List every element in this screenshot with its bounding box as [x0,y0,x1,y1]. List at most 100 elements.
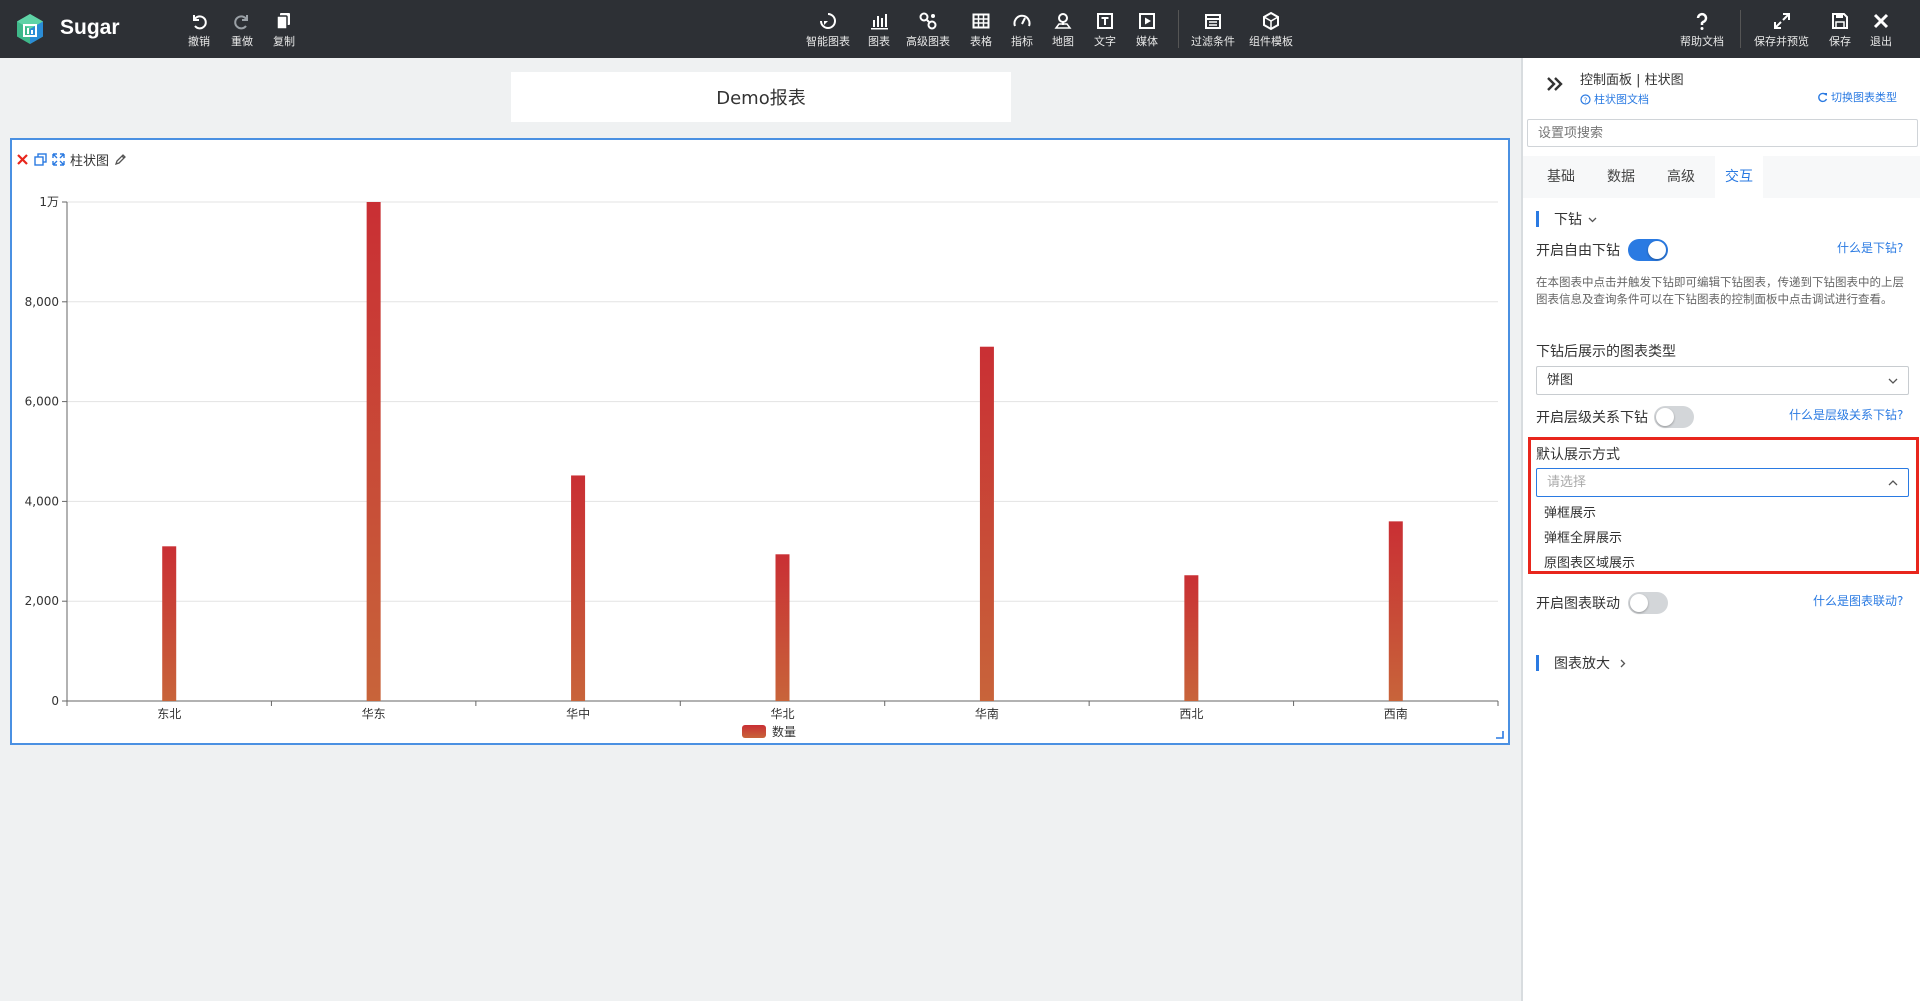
redo-button[interactable]: 重做 [231,11,253,49]
x-tick-label: 西南 [1384,706,1408,721]
x-tick-label: 华东 [362,707,386,721]
drill-chart-type-label: 下钻后展示的图表类型 [1536,344,1676,360]
report-title[interactable]: Demo报表 [511,72,1011,122]
undo-button[interactable]: 撤销 [188,11,210,49]
collapse-panel-icon[interactable] [1545,74,1565,94]
bar [366,202,381,701]
control-panel: 控制面板 | 柱状图 ? 柱状图文档 切换图表类型 基础 数据 高级 交互 下钻… [1521,58,1920,1001]
smart-chart-label: 智能图表 [806,35,850,48]
what-is-hier-drill-link[interactable]: 什么是层级关系下钻? [1789,406,1903,423]
section-marker [1536,211,1539,227]
cube-icon [1263,11,1279,31]
y-tick-label: 6,000 [25,395,59,409]
chart-label: 图表 [868,35,890,48]
y-tick-label: 0 [51,694,59,708]
tab-data[interactable]: 数据 [1591,156,1651,198]
toolbar-divider [1740,10,1741,48]
filter-label: 过滤条件 [1191,35,1235,48]
help-doc-label: 帮助文档 [1680,35,1724,48]
text-button[interactable]: 文字 [1094,11,1116,49]
save-button[interactable]: 保存 [1829,11,1851,49]
map-button[interactable]: 地图 [1052,11,1074,49]
text-label: 文字 [1094,35,1116,48]
legend-label: 数量 [772,724,796,739]
y-tick-label: 2,000 [25,594,59,608]
chevron-down-icon [1588,217,1597,222]
media-label: 媒体 [1136,35,1158,48]
question-icon [1696,12,1708,30]
toolbar-divider [1178,10,1179,48]
toggle-knob [1648,241,1666,259]
display-mode-label: 默认展示方式 [1536,447,1620,463]
y-tick-label: 8,000 [25,295,59,309]
drill-section-header[interactable]: 下钻 [1554,209,1597,229]
table-button[interactable]: 表格 [970,11,992,49]
help-circle-icon: ? [1580,93,1591,105]
bar [1388,521,1403,701]
chart-doc-link[interactable]: ? 柱状图文档 [1580,91,1649,107]
save-label: 保存 [1829,35,1851,48]
bar [979,346,994,701]
metric-label: 指标 [1011,35,1033,48]
toggle-knob [1630,594,1648,612]
sugar-logo-icon [17,14,43,44]
x-tick-label: 华中 [566,706,590,721]
switch-chart-type-text: 切换图表类型 [1831,91,1897,104]
bar [1184,575,1199,701]
display-mode-select[interactable]: 请选择 [1536,468,1909,497]
section-marker [1536,655,1539,671]
switch-chart-type-link[interactable]: 切换图表类型 [1817,89,1897,105]
display-mode-dropdown: 弹框展示 弹框全屏展示 原图表区域展示 [1536,498,1909,571]
bar-chart: 0 2,000 4,000 6,000 8,000 1万 东北 华东 华中 华北 华南 西北 西南 数… [25,195,1499,739]
resize-handle-icon[interactable] [1495,730,1504,739]
map-pin-icon [1054,13,1072,29]
dropdown-option[interactable]: 弹框全屏展示 [1544,527,1622,546]
floppy-icon [1832,13,1848,29]
chart-button[interactable]: 图表 [868,11,890,49]
panel-tabs: 基础 数据 高级 交互 [1523,156,1920,198]
drill-chart-type-select[interactable]: 饼图 [1536,366,1909,395]
tab-interaction[interactable]: 交互 [1715,156,1763,198]
close-icon [1873,13,1889,29]
copy-icon [276,13,290,30]
what-is-link-link[interactable]: 什么是图表联动? [1813,592,1903,609]
undo-icon [193,15,207,30]
chart-link-toggle[interactable] [1628,592,1668,614]
redo-label: 重做 [231,35,253,48]
media-button[interactable]: 媒体 [1136,11,1158,49]
bar-chart-card[interactable]: 柱状图 0 2,000 4,000 6,000 8,000 1万 东北 华东 华中 华北 华南 西北… [10,138,1510,745]
chart-doc-link-text: 柱状图文档 [1594,93,1649,106]
dropdown-option[interactable]: 原图表区域展示 [1544,552,1635,571]
free-drill-label: 开启自由下钻 [1536,243,1620,259]
zoom-section-title: 图表放大 [1554,656,1610,672]
zoom-section-header[interactable]: 图表放大 [1554,653,1627,673]
advanced-chart-button[interactable]: 高级图表 [906,11,950,49]
y-tick-label: 4,000 [25,494,59,508]
top-toolbar: Sugar 撤销 重做 复制 智能图表 图表 高级图表 表格 指标 地图 文字 [0,0,1920,58]
filter-button[interactable]: 过滤条件 [1191,11,1235,49]
copy-button[interactable]: 复制 [273,11,295,49]
metric-button[interactable]: 指标 [1011,11,1033,49]
template-button[interactable]: 组件模板 [1249,11,1293,49]
tab-basic[interactable]: 基础 [1531,156,1591,198]
help-doc-button[interactable]: 帮助文档 [1680,11,1724,49]
chevron-up-icon [1888,480,1898,486]
chevron-right-icon [1620,659,1626,667]
tab-advanced[interactable]: 高级 [1651,156,1711,198]
redo-icon [234,15,248,30]
x-tick-label: 华北 [770,707,794,721]
x-tick-label: 西北 [1179,707,1203,721]
exit-button[interactable]: 退出 [1870,11,1892,49]
bar [162,546,177,701]
play-icon [1139,13,1155,29]
dropdown-option[interactable]: 弹框展示 [1544,502,1596,521]
y-tick-label: 1万 [39,195,59,209]
what-is-drill-link[interactable]: 什么是下钻? [1837,239,1903,256]
gauge-icon [1013,14,1031,27]
smart-chart-button[interactable]: 智能图表 [806,11,850,49]
bar [775,554,790,701]
settings-search-input[interactable] [1527,119,1918,147]
free-drill-toggle[interactable] [1628,239,1668,261]
hier-drill-toggle[interactable] [1654,406,1694,428]
save-preview-button[interactable]: 保存并预览 [1754,11,1809,49]
